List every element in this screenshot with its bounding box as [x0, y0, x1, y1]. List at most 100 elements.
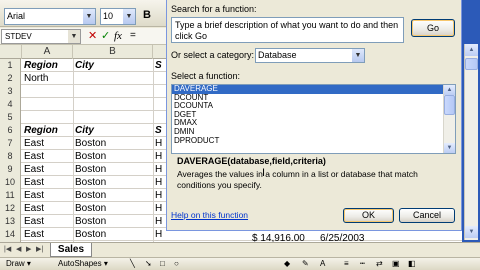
function-list-item[interactable]: DCOUNTA [172, 102, 455, 111]
font-size-dropdown[interactable]: 10 ▼ [100, 8, 136, 25]
function-description: Averages the values in a column in a lis… [177, 169, 418, 190]
ok-button[interactable]: OK [343, 208, 394, 223]
row-header[interactable]: 6 [0, 124, 21, 137]
row-header[interactable]: 4 [0, 98, 21, 111]
formula-content[interactable]: = [130, 30, 136, 41]
vertical-scrollbar[interactable]: ▲ ▼ [464, 44, 478, 240]
draw-menu[interactable]: Draw ▾ [6, 258, 31, 270]
first-sheet-icon[interactable]: |◀ [4, 245, 11, 253]
cell-b[interactable]: Boston [73, 228, 153, 241]
name-box[interactable]: STDEV ▼ [1, 29, 81, 44]
scroll-thumb[interactable] [465, 58, 478, 70]
font-name-dropdown[interactable]: Arial ▼ [4, 8, 96, 25]
cell-a[interactable]: East [22, 137, 73, 150]
enter-formula-icon[interactable]: ✓ [101, 29, 110, 43]
autoshapes-menu[interactable]: AutoShapes ▾ [58, 258, 108, 270]
column-header-a[interactable]: A [22, 45, 73, 59]
row-header[interactable]: 2 [0, 72, 21, 85]
dash-style-icon[interactable]: ┅ [360, 258, 365, 270]
cell-b[interactable] [73, 85, 153, 98]
cell-a[interactable]: East [22, 228, 73, 241]
row-header[interactable]: 11 [0, 189, 21, 202]
row-header[interactable]: 12 [0, 202, 21, 215]
cell-a[interactable] [22, 111, 73, 124]
cell-b[interactable]: Boston [73, 189, 153, 202]
oval-icon[interactable]: ○ [174, 258, 179, 270]
search-label: Search for a function: [171, 4, 257, 14]
cell-a[interactable] [22, 85, 73, 98]
font-color-icon[interactable]: A [320, 258, 325, 270]
row-header[interactable]: 1 [0, 59, 21, 72]
cell-b[interactable]: Boston [73, 202, 153, 215]
select-all-corner[interactable] [0, 45, 22, 59]
cell-a[interactable]: East [22, 202, 73, 215]
go-button[interactable]: Go [411, 19, 455, 37]
cell-date-row15[interactable]: 6/25/2003 [318, 232, 365, 242]
last-sheet-icon[interactable]: ▶| [36, 245, 43, 253]
function-list-item[interactable]: DPRODUCT [172, 136, 455, 146]
cell-b[interactable] [73, 98, 153, 111]
cell-a[interactable]: Region [22, 59, 73, 72]
scroll-up-icon[interactable]: ▲ [444, 85, 455, 95]
help-on-function-link[interactable]: Help on this function [171, 210, 248, 220]
cell-b[interactable] [73, 72, 153, 85]
cell-b[interactable]: Boston [73, 163, 153, 176]
cell-b[interactable]: Boston [73, 215, 153, 228]
cell-a[interactable]: Region [22, 124, 73, 137]
cell-a[interactable]: East [22, 163, 73, 176]
cell-a[interactable]: East [22, 215, 73, 228]
cell-b[interactable] [73, 111, 153, 124]
cell-a[interactable] [22, 98, 73, 111]
line-icon[interactable]: ╲ [130, 258, 135, 270]
scroll-down-icon[interactable]: ▼ [465, 226, 478, 238]
cancel-button[interactable]: Cancel [399, 208, 455, 223]
function-list-scrollbar[interactable]: ▲ ▼ [443, 85, 455, 153]
row-header[interactable]: 13 [0, 215, 21, 228]
font-size-value: 10 [103, 11, 114, 21]
function-list[interactable]: DAVERAGE DCOUNT DCOUNTA DGET DMAX DMIN DPRODUC… [171, 84, 456, 154]
row-header[interactable]: 8 [0, 150, 21, 163]
cell-a[interactable]: North [22, 72, 73, 85]
category-select[interactable]: Database ▼ [255, 48, 365, 63]
row-header[interactable]: 3 [0, 85, 21, 98]
row-header[interactable]: 14 [0, 228, 21, 241]
column-header-b[interactable]: B [73, 45, 153, 59]
bold-button[interactable]: B [140, 9, 154, 24]
function-list-item[interactable]: DGET [172, 110, 455, 120]
line-style-icon[interactable]: ≡ [344, 258, 349, 270]
insert-function-button[interactable]: fx [114, 29, 122, 43]
cancel-formula-icon[interactable]: ✕ [88, 29, 97, 43]
cell-b[interactable]: City [73, 124, 153, 137]
scroll-thumb[interactable] [444, 95, 455, 115]
shadow-icon[interactable]: ▣ [392, 258, 400, 270]
cell-b[interactable]: City [73, 59, 153, 72]
row-header[interactable]: 5 [0, 111, 21, 124]
name-box-value: STDEV [5, 32, 32, 41]
cell-b[interactable]: Boston [73, 150, 153, 163]
cell-b[interactable]: Boston [73, 137, 153, 150]
function-items: DAVERAGE DCOUNT DCOUNTA DGET DMAX DMIN DPRODUC… [172, 85, 455, 145]
fill-color-icon[interactable]: ◆ [284, 258, 290, 270]
sheet-tab-sales[interactable]: Sales [50, 243, 92, 257]
cell-amount-row15[interactable]: $ 14,916.00 [250, 232, 305, 242]
3d-icon[interactable]: ◧ [408, 258, 416, 270]
line-color-icon[interactable]: ✎ [302, 258, 309, 270]
row-header[interactable]: 7 [0, 137, 21, 150]
row-header[interactable]: 10 [0, 176, 21, 189]
search-input[interactable]: Type a brief description of what you wan… [171, 17, 404, 43]
scroll-up-icon[interactable]: ▲ [465, 44, 478, 56]
function-list-item[interactable]: DMAX [172, 119, 455, 128]
scroll-down-icon[interactable]: ▼ [444, 143, 455, 153]
cell-b[interactable]: Boston [73, 176, 153, 189]
cell-a[interactable]: East [22, 189, 73, 202]
cell-a[interactable]: East [22, 176, 73, 189]
next-sheet-icon[interactable]: ▶ [26, 245, 31, 253]
rectangle-icon[interactable]: □ [160, 258, 165, 270]
arrow-icon[interactable]: ➘ [145, 258, 152, 270]
cell-a[interactable]: East [22, 150, 73, 163]
arrow-style-icon[interactable]: ⇄ [376, 258, 383, 270]
function-list-item[interactable]: DAVERAGE [172, 85, 455, 94]
row-header[interactable]: 9 [0, 163, 21, 176]
function-list-item[interactable]: DCOUNT [172, 93, 455, 103]
prev-sheet-icon[interactable]: ◀ [16, 245, 21, 253]
